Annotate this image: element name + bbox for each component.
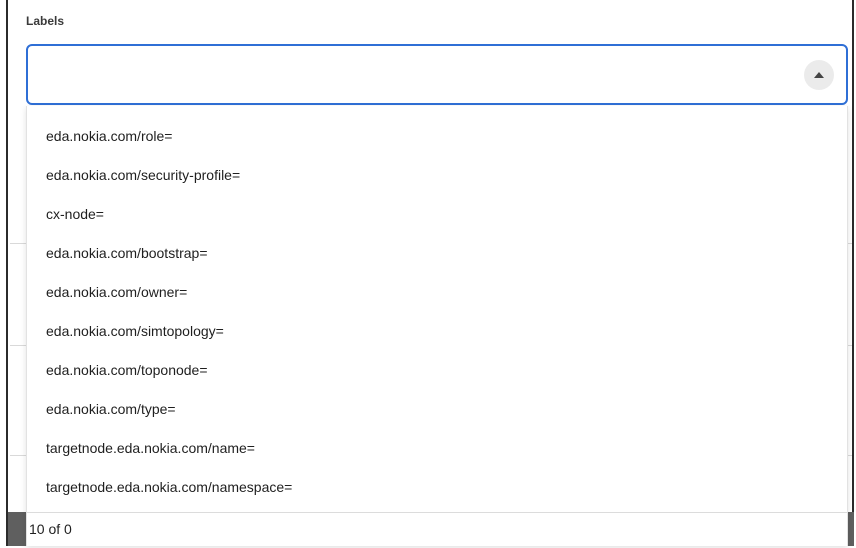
- option-item[interactable]: eda.nokia.com/owner=: [27, 273, 847, 312]
- dropdown-toggle-button[interactable]: [804, 60, 834, 90]
- labels-select-input[interactable]: [26, 44, 848, 105]
- option-item[interactable]: eda.nokia.com/role=: [27, 117, 847, 156]
- option-item[interactable]: eda.nokia.com/toponode=: [27, 351, 847, 390]
- option-item[interactable]: eda.nokia.com/simtopology=: [27, 312, 847, 351]
- option-item[interactable]: targetnode.eda.nokia.com/name=: [27, 429, 847, 468]
- option-item[interactable]: cx-node=: [27, 195, 847, 234]
- labels-field-label: Labels: [26, 14, 65, 28]
- chevron-up-icon: [814, 72, 824, 78]
- option-item[interactable]: eda.nokia.com/type=: [27, 390, 847, 429]
- option-item[interactable]: targetnode.eda.nokia.com/namespace=: [27, 468, 847, 507]
- labels-dropdown-menu: eda.nokia.com/role= eda.nokia.com/securi…: [26, 106, 848, 546]
- dropdown-footer-count: 10 of 0: [27, 512, 847, 546]
- option-item[interactable]: eda.nokia.com/bootstrap=: [27, 234, 847, 273]
- option-item[interactable]: eda.nokia.com/security-profile=: [27, 156, 847, 195]
- option-list: eda.nokia.com/role= eda.nokia.com/securi…: [27, 106, 847, 507]
